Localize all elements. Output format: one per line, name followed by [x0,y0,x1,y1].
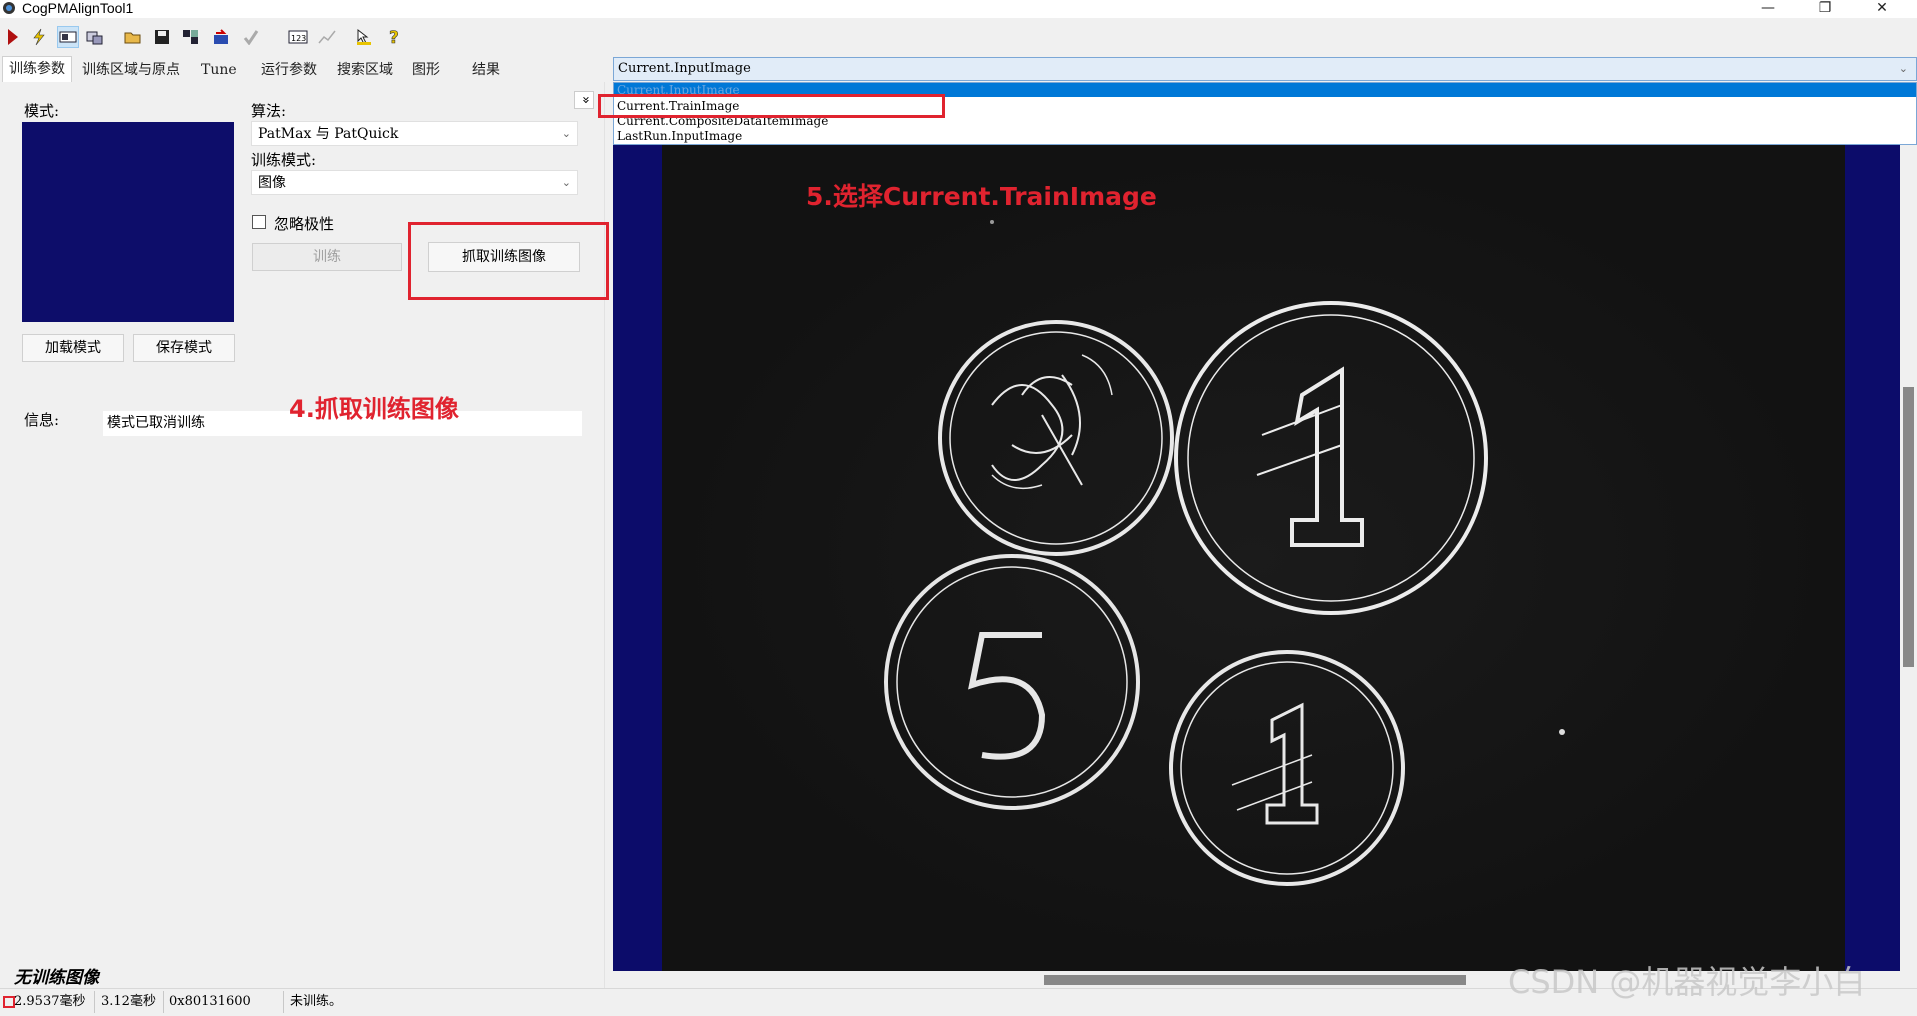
tab-run-params[interactable]: 运行参数 [255,58,323,82]
tab-train-region[interactable]: 训练区域与原点 [76,58,186,82]
image-source-value: Current.InputImage [618,61,751,76]
ignore-polarity-checkbox[interactable] [252,215,266,229]
graph-icon[interactable] [316,26,338,48]
tab-search-region[interactable]: 搜索区域 [331,58,399,82]
chevron-down-icon: ⌄ [1898,62,1908,75]
image-source-select[interactable]: Current.InputImage ⌄ [613,57,1917,81]
algorithm-select[interactable]: PatMax 与 PatQuick ⌄ [251,121,578,146]
info-label: 信息: [24,411,60,429]
train-mode-label: 训练模式: [251,151,317,169]
status-separator [283,991,284,1013]
check-icon[interactable] [240,26,262,48]
status-separator [163,991,164,1013]
grab-highlight-box [408,222,609,300]
load-pattern-button[interactable]: 加载模式 [22,334,124,362]
algorithm-label: 算法: [251,102,287,120]
train-button[interactable]: 训练 [252,243,402,271]
tab-tune[interactable]: Tune [195,58,243,82]
restore-button[interactable]: ❐ [1802,0,1848,18]
algorithm-value: PatMax 与 PatQuick [258,126,399,142]
tab-train-params[interactable]: 训练参数 [2,56,72,84]
expand-icon[interactable]: » [574,91,594,109]
svg-text:123: 123 [291,34,306,43]
pattern-label: 模式: [24,102,60,120]
app-icon [2,1,16,15]
status-address: 0x80131600 [169,994,251,1009]
run-icon[interactable] [2,26,24,48]
step4-annotation: 4.抓取训练图像 [289,395,459,423]
save-pattern-button[interactable]: 保存模式 [133,334,235,362]
watermark: CSDN @机器视觉李小白 [1508,963,1866,1001]
status-separator [94,991,95,1013]
horizontal-scroll-thumb[interactable] [1044,975,1466,985]
svg-text:?: ? [389,28,399,46]
grid-icon[interactable] [180,26,202,48]
cursor-icon[interactable] [353,26,375,48]
window-title: CogPMAlignTool1 [22,0,134,16]
chevron-down-icon: ⌄ [561,176,571,189]
open-icon[interactable] [122,26,144,48]
coin-image [662,145,1845,971]
train-mode-value: 图像 [258,175,286,191]
help-icon[interactable]: ? [384,26,406,48]
tab-results[interactable]: 结果 [466,58,506,82]
ignore-polarity-label: 忽略极性 [274,215,335,233]
camera-icon[interactable] [84,26,106,48]
train-mode-select[interactable]: 图像 ⌄ [251,170,578,195]
show-icon[interactable] [57,26,79,48]
vertical-scroll-thumb[interactable] [1903,387,1914,667]
close-button[interactable]: ✕ [1859,0,1905,18]
lightning-icon[interactable] [28,26,50,48]
tab-graphics[interactable]: 图形 [406,58,446,82]
numeric-icon[interactable]: 123 [287,26,309,48]
chevron-down-icon: ⌄ [561,127,571,140]
status-message: 未训练。 [290,994,343,1009]
status-time1: 2.9537毫秒 [14,994,86,1009]
dropdown-option[interactable]: LastRun.InputImage [617,129,742,143]
save-icon[interactable] [151,26,173,48]
minimize-button[interactable]: — [1745,0,1791,18]
train-image-highlight-box [598,94,945,118]
status-time2: 3.12毫秒 [101,994,156,1009]
title-bar [0,0,1917,18]
no-train-image-label: 无训练图像 [14,968,99,988]
reset-icon[interactable] [210,26,232,48]
pattern-preview [22,122,234,322]
step5-annotation: 5.选择Current.TrainImage [806,182,1157,211]
